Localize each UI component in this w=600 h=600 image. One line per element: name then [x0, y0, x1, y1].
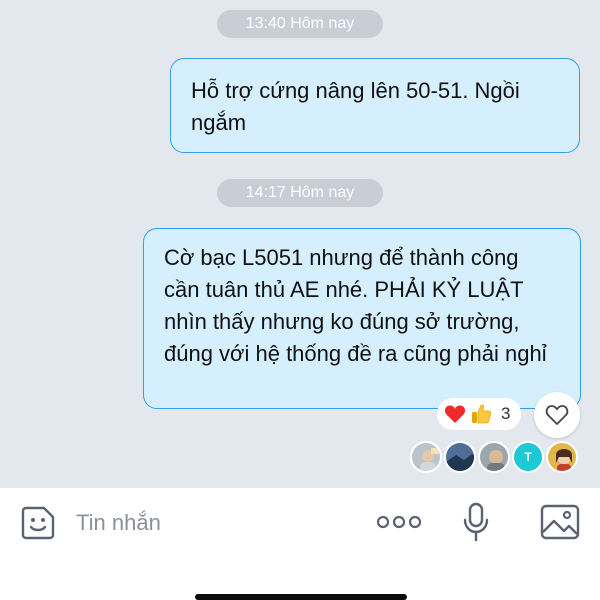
thumbs-up-emoji-icon — [469, 402, 493, 426]
message-bubble[interactable]: Hỗ trợ cứng nâng lên 50-51. Ngồi ngắm — [170, 58, 580, 153]
heart-react-button[interactable] — [534, 392, 580, 438]
heart-outline-icon — [545, 405, 569, 425]
timestamp-pill: 14:17 Hôm nay — [217, 179, 383, 207]
message-input[interactable]: Tin nhắn — [76, 510, 161, 536]
heart-emoji-icon — [443, 402, 467, 426]
reactions-badge[interactable]: 3 — [437, 398, 521, 430]
avatar-initial: T — [524, 450, 532, 464]
avatar-5 — [548, 443, 576, 471]
message-text: Cờ bạc L5051 nhưng để thành công cần tuâ… — [164, 245, 547, 366]
seen-avatar[interactable] — [546, 441, 578, 473]
chat-area: 13:40 Hôm nay Hỗ trợ cứng nâng lên 50-51… — [0, 0, 600, 488]
seen-avatar[interactable] — [478, 441, 510, 473]
avatar-3 — [480, 443, 508, 471]
avatar-2 — [446, 443, 474, 471]
home-indicator — [195, 594, 407, 600]
seen-avatar[interactable]: T — [512, 441, 544, 473]
avatar-1 — [412, 443, 440, 471]
message-bubble[interactable]: Cờ bạc L5051 nhưng để thành công cần tuâ… — [143, 228, 581, 409]
sticker-icon[interactable] — [20, 505, 56, 546]
more-icon[interactable] — [376, 514, 422, 535]
seen-avatar[interactable] — [410, 441, 442, 473]
microphone-icon[interactable] — [462, 502, 490, 547]
message-composer: Tin nhắn — [0, 488, 600, 600]
reaction-count: 3 — [501, 404, 511, 423]
timestamp-pill: 13:40 Hôm nay — [217, 10, 383, 38]
message-text: Hỗ trợ cứng nâng lên 50-51. Ngồi ngắm — [191, 78, 520, 135]
seen-avatar[interactable] — [444, 441, 476, 473]
image-icon[interactable] — [540, 504, 580, 545]
